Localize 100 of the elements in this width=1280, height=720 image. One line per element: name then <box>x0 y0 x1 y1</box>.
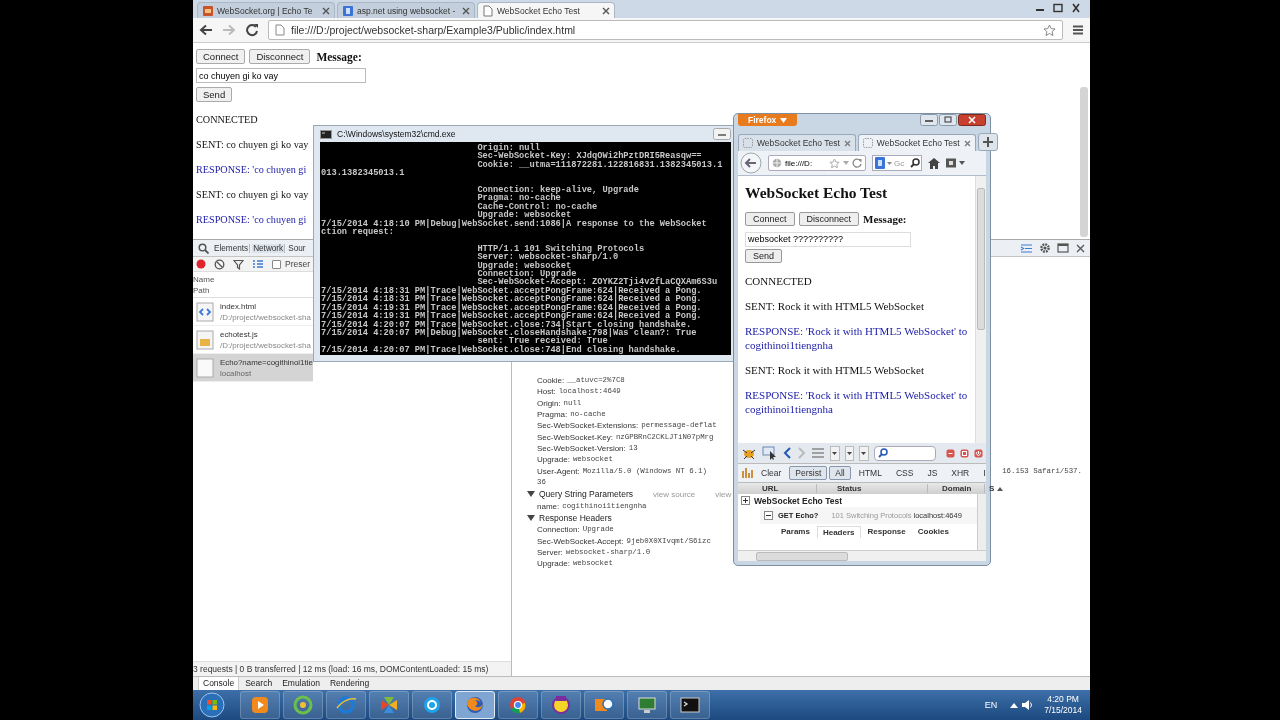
column-header[interactable]: Status <box>817 484 928 493</box>
start-button[interactable] <box>199 692 225 718</box>
browser-tab[interactable]: WebSocket Echo Test <box>857 134 976 151</box>
address-bar[interactable]: file:///D:/project/websocket-sharp/Example3/Public/index.html <box>268 20 1063 40</box>
filter-button[interactable]: Clear <box>755 466 788 480</box>
play-icon[interactable] <box>249 694 271 716</box>
expand-icon[interactable] <box>741 496 750 505</box>
close-icon[interactable] <box>1070 3 1082 13</box>
taskbar-button[interactable] <box>455 691 495 719</box>
wheel-icon[interactable] <box>507 694 529 716</box>
send-button[interactable]: Send <box>745 248 783 263</box>
list-view-icon[interactable] <box>252 259 264 269</box>
filter-button[interactable]: XHR <box>945 466 976 480</box>
filter-button[interactable]: HTML <box>852 466 888 480</box>
column-header[interactable]: Path <box>193 284 313 296</box>
detail-tab[interactable]: Cookies <box>912 526 954 537</box>
language-indicator[interactable]: EN <box>984 700 998 710</box>
scrollbar[interactable] <box>975 176 986 443</box>
column-header[interactable]: URL <box>738 484 817 493</box>
detail-tab[interactable]: Params <box>776 526 815 537</box>
maximize-icon[interactable] <box>1052 3 1064 13</box>
back-icon[interactable] <box>199 24 213 36</box>
reload-icon[interactable] <box>245 23 259 37</box>
dropdown-button[interactable] <box>830 445 840 461</box>
inspect-icon[interactable] <box>762 446 778 460</box>
close-icon[interactable] <box>322 6 330 15</box>
bookmark-star-icon[interactable] <box>1043 23 1056 37</box>
monitor-icon[interactable] <box>636 694 658 716</box>
mosaic-icon[interactable] <box>378 694 400 716</box>
record-icon[interactable] <box>196 259 206 269</box>
close-icon[interactable] <box>462 6 470 15</box>
close-icon[interactable] <box>1076 243 1085 253</box>
close-icon[interactable] <box>602 6 610 15</box>
close-icon[interactable] <box>963 139 971 147</box>
panel-tab[interactable]: Elements <box>213 243 251 253</box>
home-icon[interactable] <box>928 157 940 169</box>
back-icon[interactable] <box>783 447 792 459</box>
scrollbar[interactable] <box>977 494 986 550</box>
page-button[interactable]: Connect <box>745 212 795 226</box>
filter-icon[interactable] <box>233 258 244 270</box>
back-button[interactable] <box>740 152 762 174</box>
search-bar[interactable]: Gc <box>872 155 922 171</box>
column-header[interactable]: S <box>985 484 997 493</box>
page-button[interactable]: Disconnect <box>249 49 311 64</box>
send-button[interactable]: Send <box>196 87 233 102</box>
detail-tab[interactable]: Response <box>862 526 911 537</box>
scrollbar[interactable] <box>1080 87 1088 237</box>
search-icon[interactable] <box>910 158 920 168</box>
clock-time[interactable]: 4:20 PM <box>1047 694 1079 705</box>
section-title[interactable]: Query String Parameters <box>539 489 633 500</box>
column-header[interactable]: Domain <box>928 484 985 493</box>
detail-tab[interactable]: Headers <box>816 525 861 538</box>
search-field[interactable] <box>873 445 936 461</box>
settings-icon[interactable] <box>1039 242 1051 254</box>
filter-button[interactable]: All <box>829 466 851 480</box>
message-field[interactable]: co chuyen gi ko vay <box>196 68 366 83</box>
console-toggle-icon[interactable] <box>1020 242 1033 254</box>
collapse-triangle-icon[interactable] <box>527 490 535 499</box>
minimize-icon[interactable] <box>920 114 938 126</box>
clear-icon[interactable] <box>214 258 225 270</box>
drawer-tab[interactable]: Search <box>241 677 277 690</box>
dropdown-button[interactable] <box>859 445 869 461</box>
page-button[interactable]: Connect <box>196 49 246 64</box>
search-icon[interactable] <box>198 242 209 254</box>
address-bar[interactable]: file:///D: <box>768 155 866 171</box>
panel-tab[interactable]: Network <box>252 243 286 253</box>
browser-tab[interactable]: WebSocket.org | Echo Te <box>197 2 335 18</box>
panel-tab[interactable]: Sour <box>287 243 307 253</box>
tray-caret-icon[interactable] <box>1010 702 1019 708</box>
scrollbar[interactable] <box>738 550 986 561</box>
bookmarks-icon[interactable] <box>946 158 965 168</box>
terminal-icon[interactable] <box>679 694 701 716</box>
checkbox[interactable] <box>272 259 281 269</box>
close-icon[interactable] <box>958 114 986 126</box>
collapse-icon[interactable] <box>764 511 773 520</box>
message-field[interactable]: websocket ?????????? <box>745 231 911 247</box>
filter-button[interactable]: Persist <box>789 466 828 480</box>
power-icon[interactable] <box>974 448 983 458</box>
bookmark-star-icon[interactable] <box>829 157 840 169</box>
new-tab-icon[interactable] <box>977 133 998 151</box>
drawer-tab[interactable]: Console <box>198 677 240 690</box>
drawer-tab[interactable]: Emulation <box>278 677 324 690</box>
speaker-icon[interactable] <box>1021 699 1034 711</box>
collapse-triangle-icon[interactable] <box>527 514 535 522</box>
browser-tab[interactable]: asp.net using websocket - <box>337 2 475 18</box>
dropdown-button[interactable] <box>844 445 855 461</box>
detach-icon[interactable] <box>960 448 969 458</box>
menu-icon[interactable] <box>1072 24 1084 36</box>
scroll-up-icon[interactable] <box>997 486 1003 491</box>
section-title[interactable]: Response Headers <box>539 513 612 523</box>
clock-date[interactable]: 7/15/2014 <box>1044 705 1082 716</box>
dock-icon[interactable] <box>1057 242 1070 254</box>
page-button[interactable]: Disconnect <box>798 212 860 226</box>
drawer-tab[interactable]: Rendering <box>325 677 374 690</box>
filter-button[interactable]: JS <box>921 466 944 480</box>
browser-tab[interactable]: WebSocket Echo Test <box>738 134 856 151</box>
browser-tab[interactable]: WebSocket Echo Test <box>477 2 615 18</box>
column-header[interactable]: Name <box>193 273 313 285</box>
filter-button[interactable]: I <box>977 466 986 480</box>
minimize-icon[interactable] <box>946 448 955 458</box>
